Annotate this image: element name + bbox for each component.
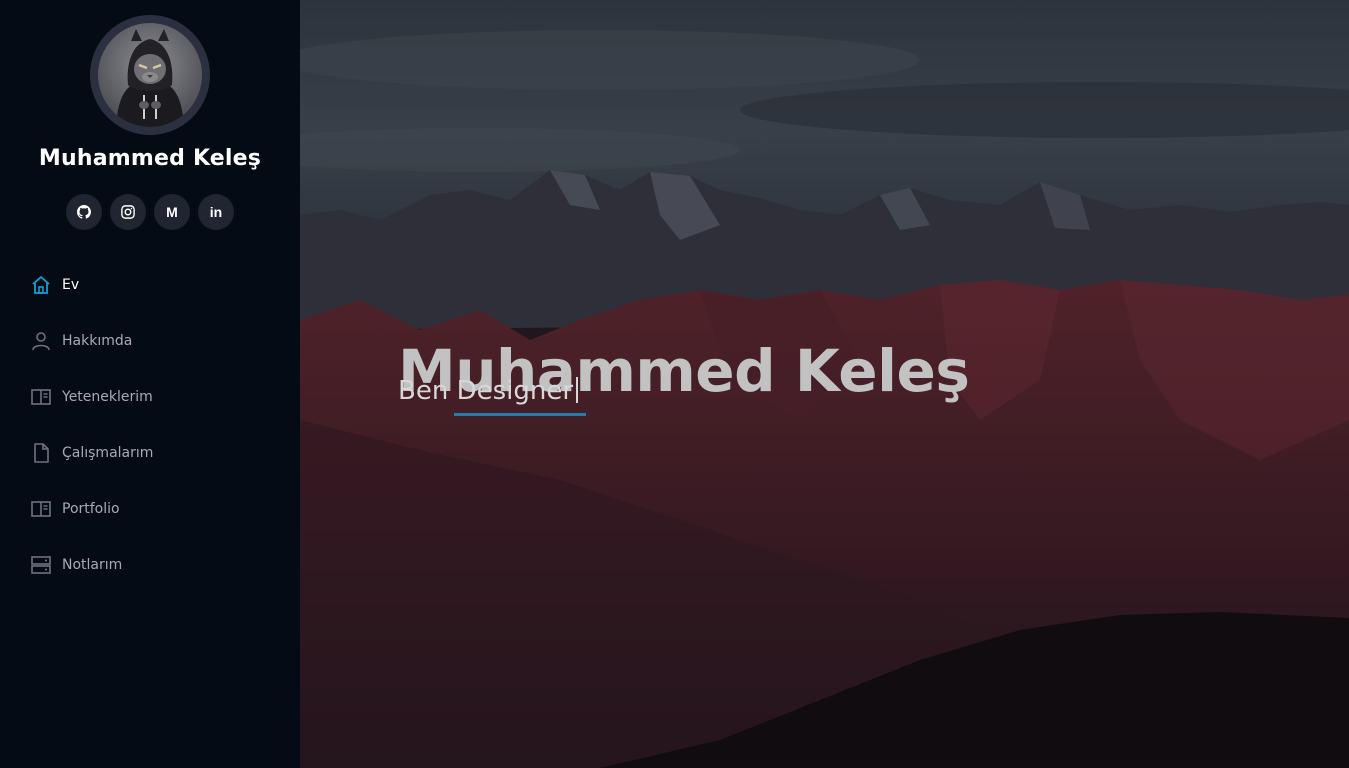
nav-item-ev[interactable]: Ev bbox=[0, 257, 300, 313]
file-icon bbox=[30, 442, 52, 464]
social-links: M in bbox=[0, 194, 300, 230]
sidebar: Muhammed Keleş M in Ev Hakkımda Yetenekl… bbox=[0, 0, 300, 768]
nav-label-ev: Ev bbox=[62, 277, 80, 293]
nav-item-portfolio[interactable]: Portfolio bbox=[0, 481, 300, 537]
github-link[interactable] bbox=[66, 194, 102, 230]
nav-label-calismalarim: Çalışmalarım bbox=[62, 445, 154, 461]
hero-subtitle: Ben Designer bbox=[398, 376, 579, 406]
nav-label-portfolio: Portfolio bbox=[62, 501, 120, 517]
main-nav: Ev Hakkımda Yeteneklerim Çalışmalarım Po… bbox=[0, 257, 300, 593]
instagram-icon bbox=[121, 205, 135, 219]
server-icon bbox=[30, 554, 52, 576]
nav-label-notlarim: Notlarım bbox=[62, 557, 123, 573]
github-icon bbox=[77, 205, 91, 219]
nav-label-hakkimda: Hakkımda bbox=[62, 333, 133, 349]
nav-item-notlarim[interactable]: Notlarım bbox=[0, 537, 300, 593]
layout-columns-icon bbox=[30, 386, 52, 408]
layout-columns-icon bbox=[30, 498, 52, 520]
hero-typed-text: Ben Designer bbox=[398, 376, 574, 406]
hero-underline bbox=[454, 413, 586, 416]
typed-cursor bbox=[576, 377, 579, 403]
linkedin-icon: in bbox=[209, 204, 223, 220]
profile-name: Muhammed Keleş bbox=[38, 146, 262, 171]
hero-section: Muhammed Keleş Ben Designer bbox=[300, 0, 1349, 768]
medium-link[interactable]: M bbox=[154, 194, 190, 230]
profile-avatar bbox=[90, 15, 210, 135]
nav-item-calismalarim[interactable]: Çalışmalarım bbox=[0, 425, 300, 481]
instagram-link[interactable] bbox=[110, 194, 146, 230]
nav-item-yeteneklerim[interactable]: Yeteneklerim bbox=[0, 369, 300, 425]
linkedin-link[interactable]: in bbox=[198, 194, 234, 230]
home-icon bbox=[30, 274, 52, 296]
nav-item-hakkimda[interactable]: Hakkımda bbox=[0, 313, 300, 369]
medium-icon: M bbox=[166, 204, 178, 220]
person-icon bbox=[30, 330, 52, 352]
nav-label-yeteneklerim: Yeteneklerim bbox=[62, 389, 153, 405]
